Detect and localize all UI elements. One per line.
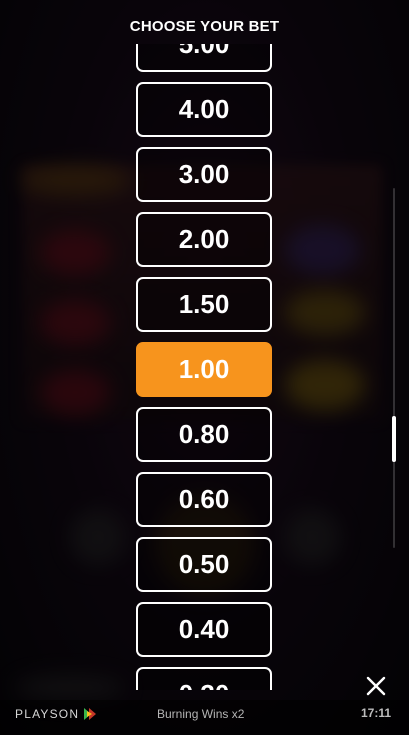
bet-option[interactable]: 3.00: [136, 147, 272, 202]
close-button[interactable]: [363, 673, 389, 699]
clock: 17:11: [360, 706, 391, 720]
bet-option[interactable]: 0.50: [136, 537, 272, 592]
bet-option[interactable]: 0.80: [136, 407, 272, 462]
close-icon: [366, 676, 386, 696]
footer-bar: PLAYSON Burning Wins x2 17:11: [0, 700, 409, 735]
game-name: Burning Wins x2: [157, 707, 245, 721]
scrollbar[interactable]: [392, 188, 396, 548]
bet-option[interactable]: 0.60: [136, 472, 272, 527]
bet-option[interactable]: 2.00: [136, 212, 272, 267]
bet-option[interactable]: 0.40: [136, 602, 272, 657]
bet-option[interactable]: 5.00: [136, 44, 272, 72]
brand-name: PLAYSON: [15, 707, 80, 721]
bet-option-selected[interactable]: 1.00: [136, 342, 272, 397]
bet-option[interactable]: 0.30: [136, 667, 272, 690]
brand: PLAYSON: [15, 707, 99, 721]
bet-list: 5.00 4.00 3.00 2.00 1.50 1.00 0.80 0.60 0.50 0.40…: [136, 44, 272, 690]
playson-logo-icon: [84, 708, 97, 720]
bet-list-viewport[interactable]: 5.00 4.00 3.00 2.00 1.50 1.00 0.80 0.60 0.50 0.40…: [0, 44, 409, 690]
bet-option[interactable]: 4.00: [136, 82, 272, 137]
bet-option[interactable]: 1.50: [136, 277, 272, 332]
page-title: CHOOSE YOUR BET: [129, 18, 280, 35]
scrollbar-thumb[interactable]: [392, 416, 396, 462]
